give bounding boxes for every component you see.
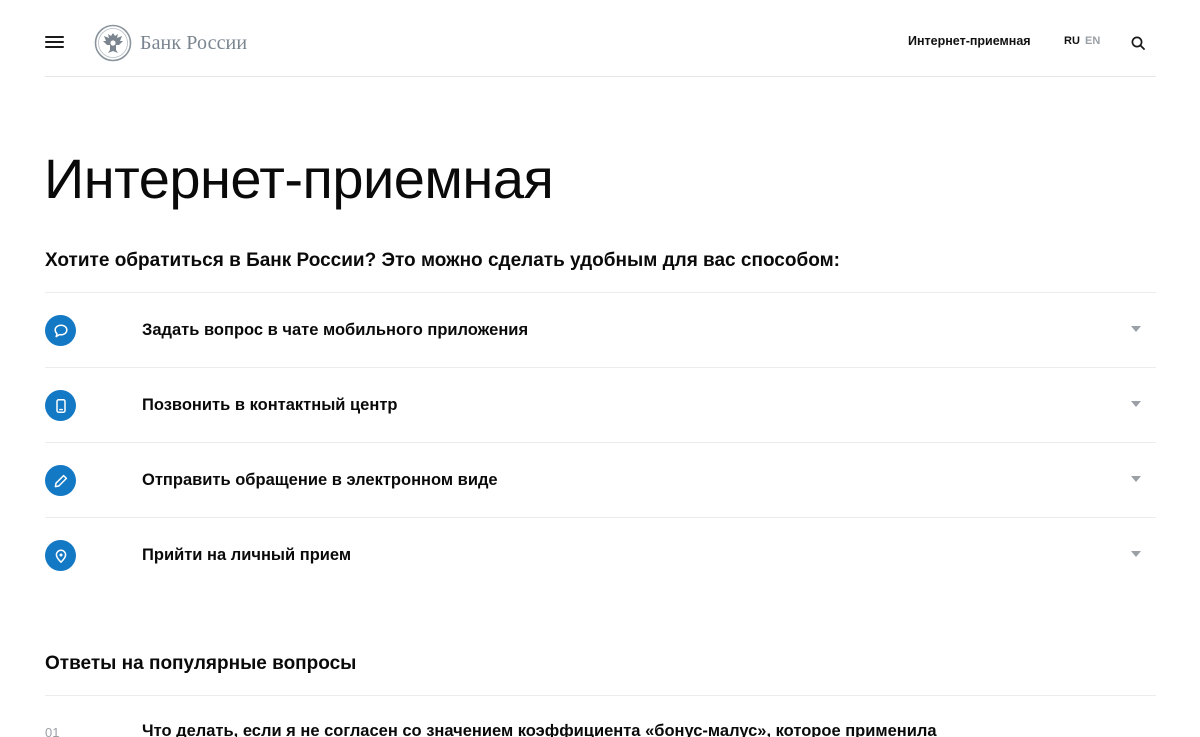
search-icon[interactable] bbox=[1131, 36, 1145, 50]
option-electronic[interactable]: Отправить обращение в электронном виде bbox=[45, 443, 1156, 518]
option-label: Позвонить в контактный центр bbox=[142, 396, 398, 414]
lang-ru-button[interactable]: RU bbox=[1064, 35, 1080, 47]
chat-bubble-icon bbox=[53, 323, 68, 337]
option-chat[interactable]: Задать вопрос в чате мобильного приложен… bbox=[45, 293, 1156, 368]
option-in-person[interactable]: Прийти на личный прием bbox=[45, 518, 1156, 593]
chevron-down-icon[interactable] bbox=[1131, 551, 1141, 557]
faq-divider bbox=[45, 695, 1156, 696]
page-subtitle: Хотите обратиться в Банк России? Это мож… bbox=[45, 250, 840, 271]
phone-icon bbox=[55, 398, 66, 413]
site-header: Банк России Интернет-приемная RU EN bbox=[45, 0, 1156, 77]
faq-number: 01 bbox=[45, 725, 60, 737]
lang-en-button[interactable]: EN bbox=[1085, 35, 1100, 47]
pencil-icon bbox=[54, 474, 67, 487]
chevron-down-icon[interactable] bbox=[1131, 401, 1141, 407]
faq-item[interactable]: 01 Что делать, если я не согласен со зна… bbox=[45, 720, 1156, 737]
eagle-emblem-icon bbox=[94, 24, 132, 62]
chevron-down-icon[interactable] bbox=[1131, 476, 1141, 482]
option-phone[interactable]: Позвонить в контактный центр bbox=[45, 368, 1156, 443]
nav-link-internet-reception[interactable]: Интернет-приемная bbox=[908, 34, 1031, 48]
location-pin-icon bbox=[55, 549, 66, 563]
logo-text: Банк России bbox=[140, 31, 248, 54]
faq-title: Ответы на популярные вопросы bbox=[45, 653, 357, 674]
option-label: Задать вопрос в чате мобильного приложен… bbox=[142, 321, 529, 339]
chevron-down-icon[interactable] bbox=[1131, 326, 1141, 332]
bank-logo[interactable]: Банк России bbox=[94, 23, 247, 63]
burger-menu-icon[interactable] bbox=[45, 34, 65, 48]
page-title: Интернет-приемная bbox=[44, 147, 554, 210]
faq-question: Что делать, если я не согласен со значен… bbox=[142, 722, 937, 737]
contact-options-accordion: Задать вопрос в чате мобильного приложен… bbox=[45, 292, 1156, 593]
option-label: Отправить обращение в электронном виде bbox=[142, 471, 498, 489]
option-label: Прийти на личный прием bbox=[142, 546, 352, 564]
